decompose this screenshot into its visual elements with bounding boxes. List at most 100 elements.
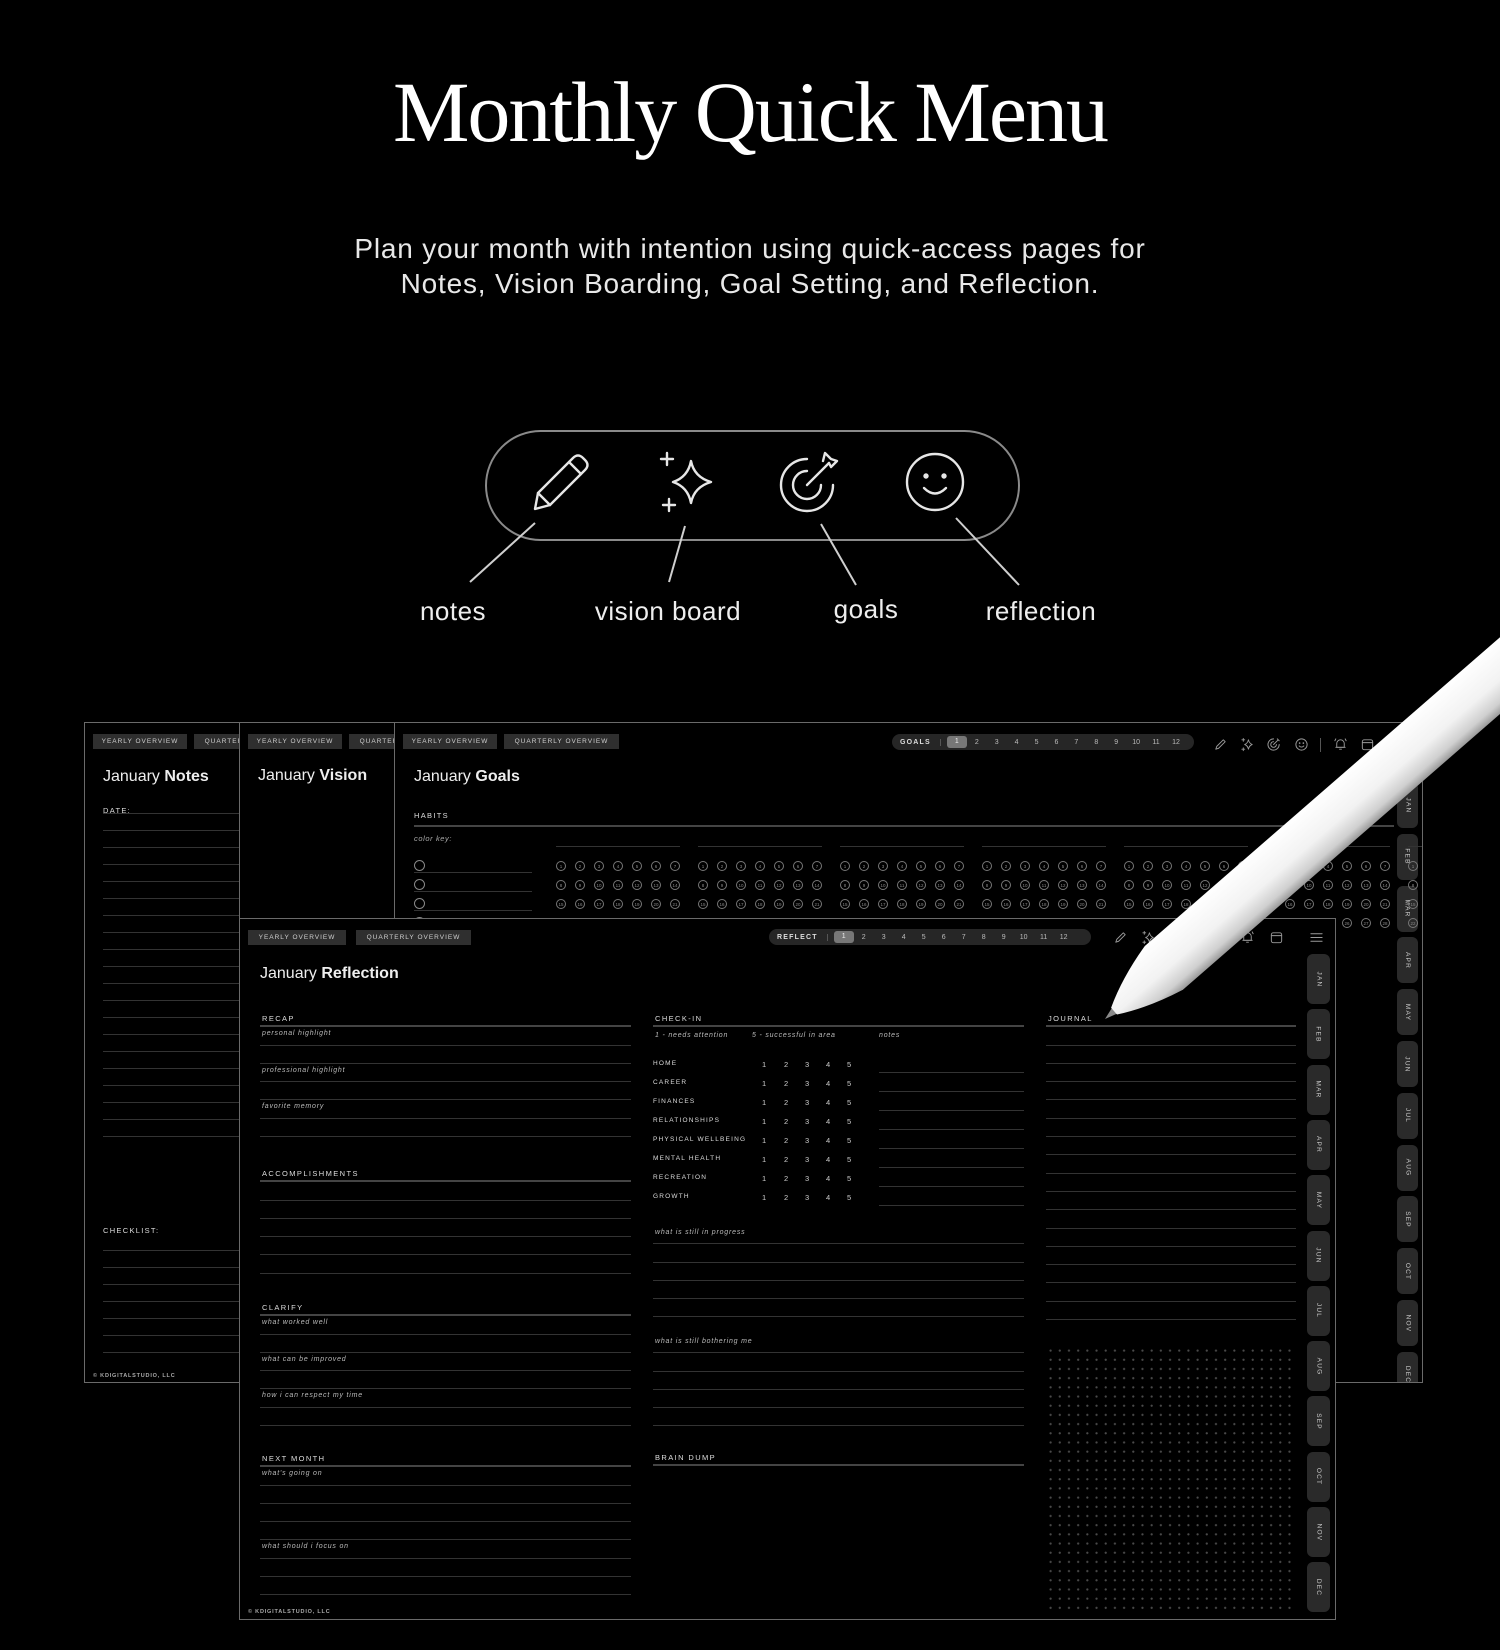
color-key-circle[interactable]: [414, 898, 425, 909]
writing-line[interactable]: [260, 1522, 631, 1541]
writing-line[interactable]: [103, 950, 243, 967]
habit-day-circle[interactable]: 2: [1001, 861, 1011, 871]
writing-line[interactable]: [103, 933, 243, 950]
rating-option-4[interactable]: 4: [826, 1193, 830, 1202]
rating-option-2[interactable]: 2: [784, 1117, 788, 1126]
nav-month-10[interactable]: 10: [1014, 934, 1034, 941]
nav-month-6[interactable]: 6: [934, 934, 954, 941]
prompt-row[interactable]: what worked well: [260, 1316, 631, 1335]
month-tab-jun[interactable]: JUN: [1307, 1230, 1330, 1281]
rating-option-3[interactable]: 3: [805, 1193, 809, 1202]
checklist-lines[interactable]: [103, 1234, 243, 1353]
writing-line[interactable]: [103, 1120, 243, 1137]
month-tab-jan[interactable]: JAN: [1307, 954, 1330, 1004]
habit-day-circle[interactable]: 3: [1020, 861, 1030, 871]
yearly-overview-button[interactable]: YEARLY OVERVIEW: [93, 734, 187, 749]
color-key-circle[interactable]: [414, 879, 425, 890]
habit-day-circle[interactable]: 17: [594, 899, 604, 909]
habit-day-circle[interactable]: 18: [1323, 899, 1333, 909]
rating-option-4[interactable]: 4: [826, 1079, 830, 1088]
writing-line[interactable]: [103, 1035, 243, 1052]
writing-line[interactable]: [103, 831, 243, 848]
month-tab-dec[interactable]: DEC: [1397, 1351, 1418, 1382]
habit-day-circle[interactable]: 11: [755, 880, 765, 890]
habit-day-circle[interactable]: 9: [859, 880, 869, 890]
menu-icon[interactable]: [1397, 737, 1412, 752]
habit-day-circle[interactable]: 1: [840, 861, 850, 871]
habit-day-circle[interactable]: 4: [1181, 861, 1191, 871]
habit-day-circle[interactable]: 6: [935, 861, 945, 871]
prompt-row[interactable]: what's going on: [260, 1467, 631, 1486]
habit-day-circle[interactable]: 4: [755, 861, 765, 871]
calendar-icon[interactable]: [1269, 930, 1284, 945]
nav-month-9[interactable]: 9: [1106, 739, 1126, 746]
habit-day-circle[interactable]: 18: [897, 899, 907, 909]
rating-option-4[interactable]: 4: [826, 1117, 830, 1126]
rating-option-3[interactable]: 3: [805, 1117, 809, 1126]
rating-option-3[interactable]: 3: [805, 1136, 809, 1145]
habit-day-circle[interactable]: 6: [651, 861, 661, 871]
writing-line[interactable]: [103, 797, 243, 814]
writing-line[interactable]: [260, 1577, 631, 1596]
habit-day-circle[interactable]: 8: [1408, 880, 1418, 890]
writing-line[interactable]: [653, 1244, 1024, 1263]
check-in-notes-line[interactable]: [879, 1110, 1024, 1111]
rating-option-3[interactable]: 3: [805, 1060, 809, 1069]
rating-option-1[interactable]: 1: [762, 1174, 766, 1183]
habit-day-circle[interactable]: 4: [897, 861, 907, 871]
writing-line[interactable]: [103, 848, 243, 865]
habit-day-circle[interactable]: 10: [736, 880, 746, 890]
month-tab-dec[interactable]: DEC: [1307, 1562, 1330, 1613]
writing-line[interactable]: [653, 1353, 1024, 1372]
journal-line[interactable]: [1046, 1192, 1296, 1211]
month-tab-nov[interactable]: NOV: [1397, 1300, 1418, 1346]
sparkle-icon[interactable]: [1141, 930, 1156, 945]
month-tab-jun[interactable]: JUN: [1397, 1041, 1418, 1087]
writing-line[interactable]: [103, 1086, 243, 1103]
habit-day-circle[interactable]: 20: [1361, 899, 1371, 909]
habit-day-circle[interactable]: 15: [1124, 899, 1134, 909]
habit-day-circle[interactable]: 10: [1020, 880, 1030, 890]
prompt-row[interactable]: what is still bothering me: [653, 1335, 1024, 1354]
habit-day-circle[interactable]: 9: [1143, 880, 1153, 890]
habit-day-circle[interactable]: 8: [1266, 880, 1276, 890]
nav-month-12[interactable]: 12: [1054, 934, 1074, 941]
rating-option-1[interactable]: 1: [762, 1117, 766, 1126]
writing-line[interactable]: [103, 967, 243, 984]
month-tab-oct[interactable]: OCT: [1307, 1451, 1330, 1502]
nav-month-3[interactable]: 3: [987, 739, 1007, 746]
habit-day-circle[interactable]: 16: [575, 899, 585, 909]
bell-icon[interactable]: [1240, 930, 1255, 945]
bell-icon[interactable]: [1333, 737, 1348, 752]
habit-name-line[interactable]: [1408, 846, 1422, 847]
habit-day-circle[interactable]: 6: [1361, 861, 1371, 871]
habit-day-circle[interactable]: 15: [1266, 899, 1276, 909]
nav-month-2[interactable]: 2: [854, 934, 874, 941]
habit-name-line[interactable]: [1124, 846, 1248, 847]
habit-day-circle[interactable]: 2: [859, 861, 869, 871]
nav-month-1[interactable]: 1: [833, 931, 854, 943]
month-nav-pill[interactable]: GOALS 1 2 3 4 5 6 7 8 9 10 11 12: [892, 734, 1194, 750]
calendar-icon[interactable]: [1360, 737, 1375, 752]
habit-day-circle[interactable]: 7: [1380, 861, 1390, 871]
habit-day-circle[interactable]: 22: [1408, 918, 1418, 928]
habit-day-circle[interactable]: 10: [594, 880, 604, 890]
habit-day-circle[interactable]: 4: [1323, 861, 1333, 871]
habit-day-circle[interactable]: 19: [1342, 899, 1352, 909]
rating-option-4[interactable]: 4: [826, 1060, 830, 1069]
journal-line[interactable]: [1046, 1265, 1296, 1284]
writing-line[interactable]: [260, 1486, 631, 1504]
sparkle-icon[interactable]: [1240, 737, 1255, 752]
habit-day-circle[interactable]: 21: [954, 899, 964, 909]
rating-option-2[interactable]: 2: [784, 1079, 788, 1088]
habit-day-circle[interactable]: 8: [1124, 880, 1134, 890]
habit-day-circle[interactable]: 20: [1219, 899, 1229, 909]
nav-month-8[interactable]: 8: [1086, 739, 1106, 746]
habit-day-circle[interactable]: 16: [1285, 899, 1295, 909]
habit-day-circle[interactable]: 3: [736, 861, 746, 871]
check-in-notes-line[interactable]: [879, 1186, 1024, 1187]
prompt-row[interactable]: what is still in progress: [653, 1226, 1024, 1245]
habit-day-circle[interactable]: 15: [556, 899, 566, 909]
habit-day-circle[interactable]: 11: [613, 880, 623, 890]
habit-day-circle[interactable]: 13: [1219, 880, 1229, 890]
